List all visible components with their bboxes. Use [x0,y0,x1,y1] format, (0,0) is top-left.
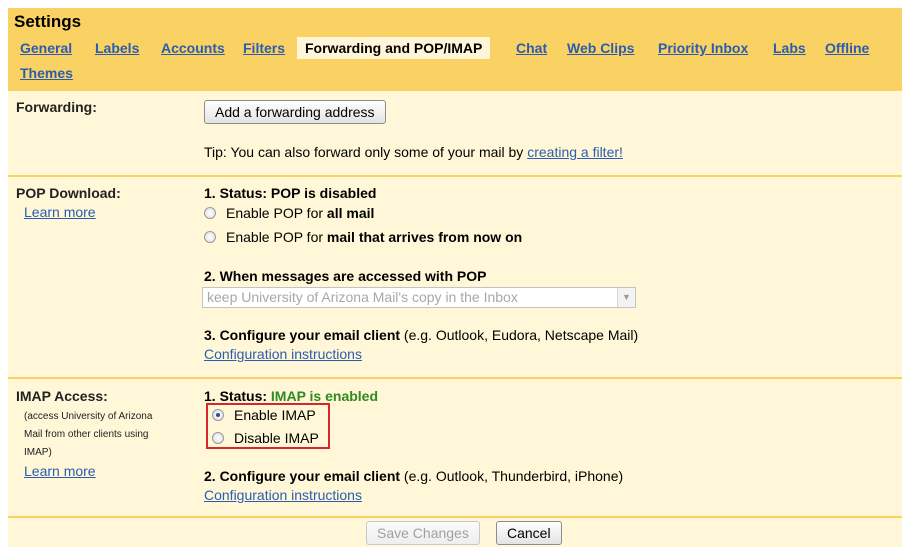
cancel-button[interactable]: Cancel [496,521,562,545]
pop-all-mail-bold: all mail [326,205,375,221]
imap-options: 1. Status: IMAP is enabled Enable IMAP D… [204,388,884,514]
imap-label: IMAP Access: [16,388,108,404]
save-changes-button[interactable]: Save Changes [366,521,480,545]
imap-configure-bold: 2. Configure your email client [204,468,401,484]
settings-frame: Settings General Labels Accounts Filters… [8,8,902,547]
tab-general[interactable]: General [20,37,72,59]
tab-labels[interactable]: Labels [95,37,139,59]
settings-content: Forwarding: Add a forwarding address Tip… [8,91,902,516]
tab-priority-inbox[interactable]: Priority Inbox [658,37,748,59]
tab-forwarding-pop-imap[interactable]: Forwarding and POP/IMAP [297,37,491,59]
imap-disable-option[interactable]: Disable IMAP [212,428,319,448]
pop-from-now-bold: mail that arrives from now on [326,229,523,245]
pop-learn-more-link[interactable]: Learn more [24,204,96,220]
settings-footer: Save Changes Cancel [8,516,902,547]
creating-filter-link[interactable]: creating a filter! [527,144,623,160]
pop-when-heading: 2. When messages are accessed with POP [204,268,487,284]
pop-options: 1. Status: POP is disabled Enable POP fo… [202,185,884,375]
pop-from-now-prefix: Enable POP for [226,229,327,245]
forwarding-tip-text: Tip: You can also forward only some of y… [204,144,528,160]
pop-action-select-value: keep University of Arizona Mail's copy i… [207,289,518,305]
imap-status-value: IMAP is enabled [270,388,379,404]
pop-configure-line: 3. Configure your email client (e.g. Out… [204,327,638,343]
forwarding-section: Forwarding: Add a forwarding address Tip… [8,91,902,175]
pop-all-mail-radio[interactable] [204,207,216,219]
pop-section: POP Download: Learn more 1. Status: POP … [8,175,902,377]
imap-enable-option[interactable]: Enable IMAP [212,405,316,425]
pop-action-select[interactable]: keep University of Arizona Mail's copy i… [202,287,636,308]
tab-accounts[interactable]: Accounts [161,37,225,59]
pop-from-now-radio[interactable] [204,231,216,243]
pop-label: POP Download: [16,185,121,201]
imap-status-prefix: 1. Status: [204,388,271,404]
imap-enable-label: Enable IMAP [234,407,316,423]
settings-tabs: General Labels Accounts Filters Forwardi… [8,37,902,89]
pop-config-instructions-link[interactable]: Configuration instructions [204,346,362,362]
tab-themes[interactable]: Themes [20,62,73,84]
pop-status: 1. Status: POP is disabled [204,185,377,201]
tab-labs[interactable]: Labs [773,37,806,59]
tab-chat[interactable]: Chat [516,37,547,59]
imap-note: (access University of Arizona Mail from … [24,408,152,462]
forwarding-label: Forwarding: [16,99,97,115]
pop-configure-rest: (e.g. Outlook, Eudora, Netscape Mail) [400,327,639,343]
imap-note-line3: IMAP) [24,447,52,458]
tab-filters[interactable]: Filters [243,37,285,59]
imap-configure-line: 2. Configure your email client (e.g. Out… [204,468,623,484]
pop-option-all-mail[interactable]: Enable POP for all mail [204,203,374,223]
forwarding-tip: Tip: You can also forward only some of y… [204,144,623,160]
imap-configure-rest: (e.g. Outlook, Thunderbird, iPhone) [400,468,624,484]
imap-enable-radio[interactable] [212,409,224,421]
imap-config-instructions-link[interactable]: Configuration instructions [204,487,362,503]
tab-offline[interactable]: Offline [825,37,869,59]
tab-web-clips[interactable]: Web Clips [567,37,634,59]
imap-disable-radio[interactable] [212,432,224,444]
pop-option-from-now[interactable]: Enable POP for mail that arrives from no… [204,227,522,247]
imap-note-line2: Mail from other clients using [24,429,149,440]
imap-disable-label: Disable IMAP [234,430,319,446]
add-forwarding-address-button[interactable]: Add a forwarding address [204,100,386,124]
page-title: Settings [14,12,82,31]
imap-learn-more-link[interactable]: Learn more [24,463,96,479]
pop-configure-bold: 3. Configure your email client [204,327,401,343]
pop-all-mail-prefix: Enable POP for [226,205,327,221]
imap-status: 1. Status: IMAP is enabled [204,388,378,404]
chevron-down-icon: ▼ [617,288,635,307]
imap-section: IMAP Access: (access University of Arizo… [8,377,902,516]
imap-note-line1: (access University of Arizona [24,411,153,422]
